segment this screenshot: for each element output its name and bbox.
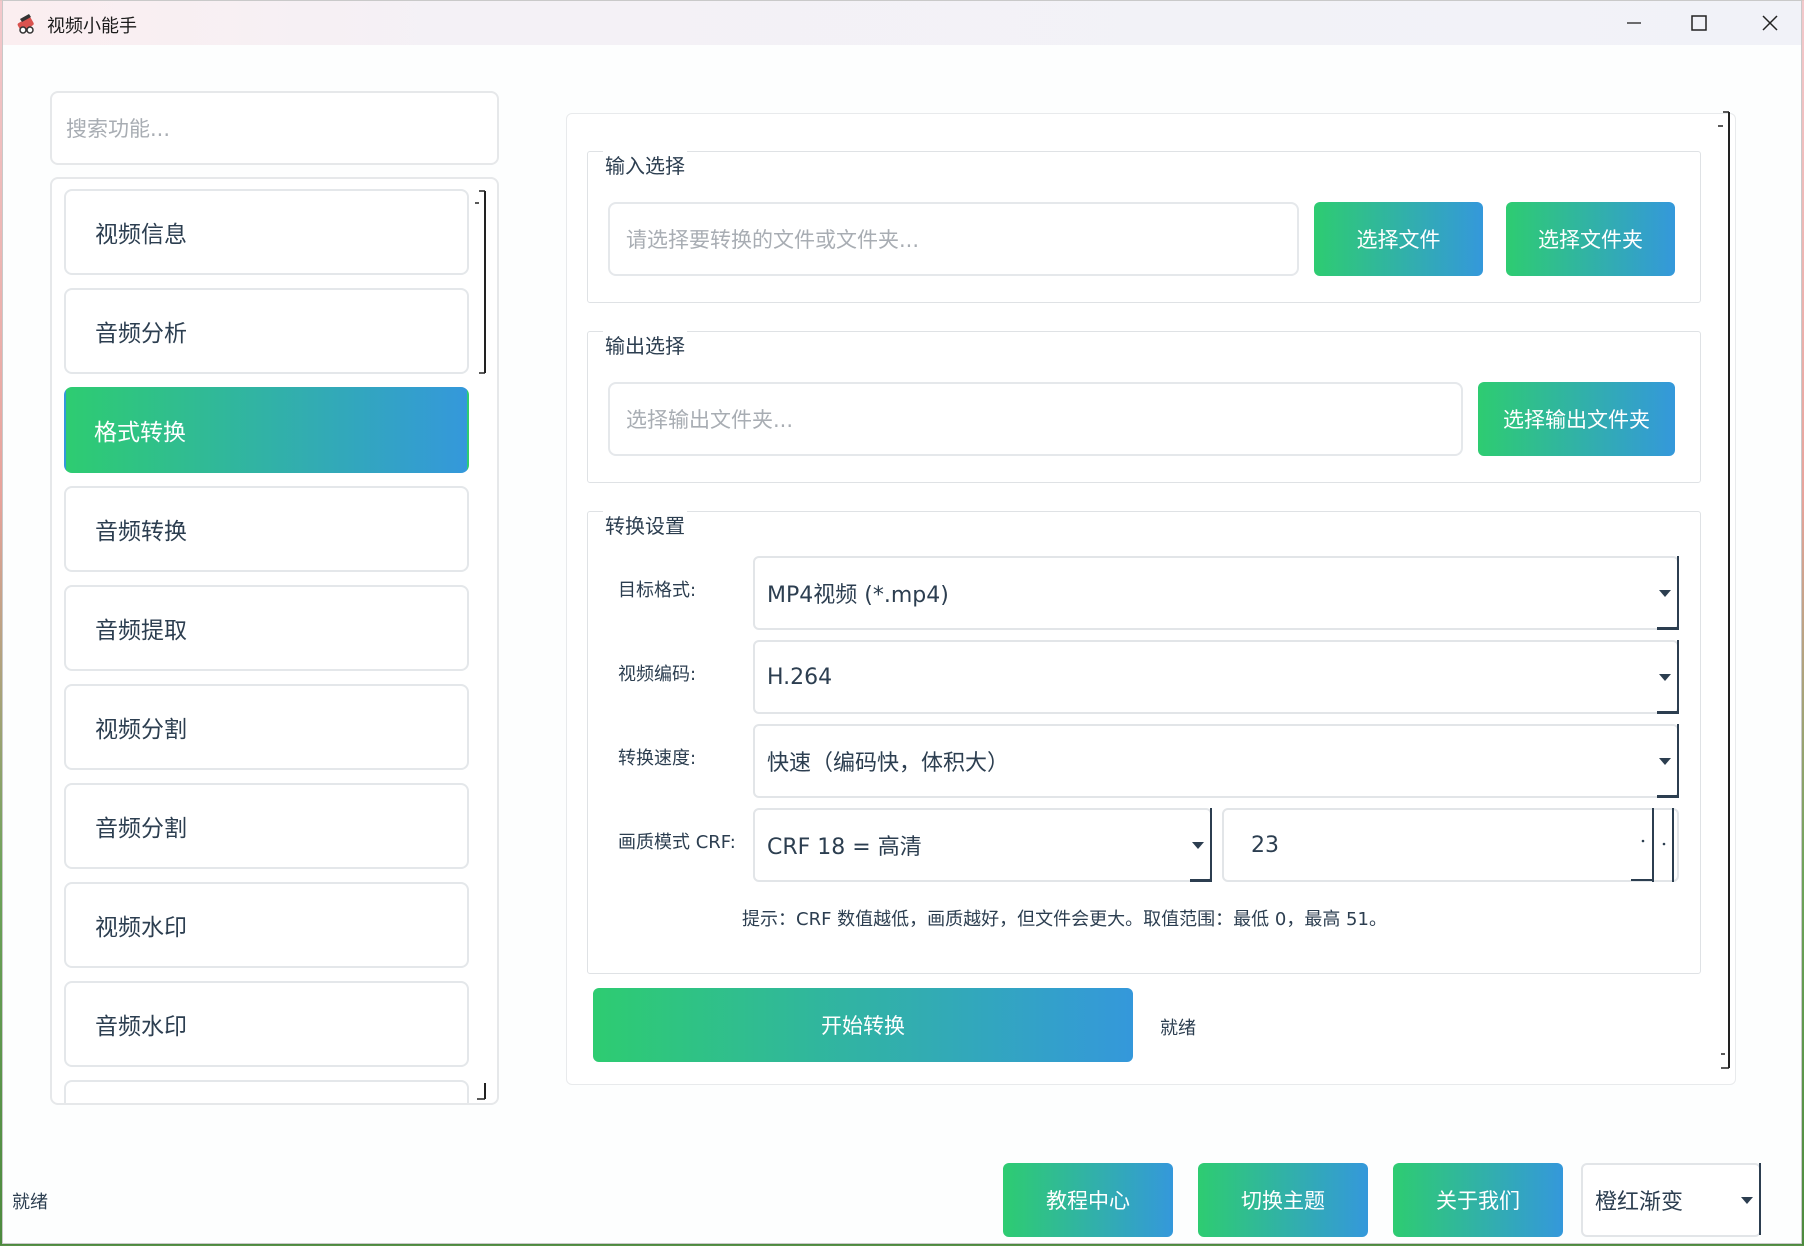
nav-item-audio-convert[interactable]: 音频转换 (64, 486, 469, 572)
nav-item-audio-watermark[interactable]: 音频水印 (64, 981, 469, 1067)
combo-edge (1657, 711, 1679, 714)
input-path-field[interactable]: 请选择要转换的文件或文件夹... (608, 202, 1299, 276)
nav-item-label: 音频提取 (95, 618, 187, 644)
tutorial-center-button[interactable]: 教程中心 (1003, 1163, 1173, 1237)
speed-label: 转换速度: (618, 748, 697, 769)
spin-down-icon (1662, 842, 1666, 846)
chevron-down-icon (1192, 842, 1204, 849)
maximize-icon (1691, 15, 1707, 31)
crf-mode-select[interactable]: CRF 18 = 高清 (753, 808, 1212, 882)
format-convert-panel: 输入选择 请选择要转换的文件或文件夹... 选择文件 选择文件夹 输出选择 选择… (566, 111, 1736, 1085)
video-codec-value: H.264 (767, 664, 833, 690)
nav-item-label: 视频水印 (95, 915, 187, 941)
close-icon (1762, 15, 1778, 31)
select-folder-label: 选择文件夹 (1538, 228, 1643, 252)
theme-value: 橙红渐变 (1595, 1190, 1684, 1215)
app-status: 就绪 (12, 1192, 48, 1213)
input-group-title: 输入选择 (603, 150, 687, 179)
settings-group-title: 转换设置 (603, 510, 687, 539)
select-file-label: 选择文件 (1356, 228, 1441, 252)
target-format-select[interactable]: MP4视频 (*.mp4) (753, 556, 1679, 630)
tutorial-center-label: 教程中心 (1046, 1189, 1130, 1213)
nav-item-video-watermark[interactable]: 视频水印 (64, 882, 469, 968)
combo-edge (1190, 879, 1212, 882)
settings-group: 转换设置 目标格式: MP4视频 (*.mp4) 视频编码: H.264 转换速… (587, 510, 1701, 974)
theme-select[interactable]: 橙红渐变 (1581, 1163, 1761, 1237)
crf-number-value: 23 (1251, 832, 1279, 858)
search-placeholder: 搜索功能... (66, 117, 171, 141)
minimize-icon (1627, 22, 1641, 24)
nav-item-video-info[interactable]: 视频信息 (64, 189, 469, 275)
about-us-button[interactable]: 关于我们 (1393, 1163, 1563, 1237)
title-bar: 视频小能手 (3, 1, 1801, 45)
nav-item-label: 音频分析 (95, 321, 187, 347)
select-file-button[interactable]: 选择文件 (1314, 202, 1483, 276)
switch-theme-label: 切换主题 (1241, 1189, 1325, 1213)
nav-item-audio-extract[interactable]: 音频提取 (64, 585, 469, 671)
crf-label: 画质模式 CRF: (618, 832, 736, 853)
combo-edge (1677, 724, 1679, 796)
input-path-placeholder: 请选择要转换的文件或文件夹... (626, 228, 920, 252)
feature-list: 视频信息 音频分析 格式转换 音频转换 音频提取 视频分割 音频分割 视频水印 … (50, 177, 499, 1105)
nav-item-audio-analysis[interactable]: 音频分析 (64, 288, 469, 374)
chevron-down-icon (1741, 1197, 1753, 1204)
chevron-down-icon (1659, 674, 1671, 681)
combo-edge (1759, 1163, 1761, 1235)
sidebar-scrollbar[interactable] (473, 183, 487, 375)
combo-edge (1677, 556, 1679, 628)
select-folder-button[interactable]: 选择文件夹 (1506, 202, 1675, 276)
chevron-down-icon (1659, 590, 1671, 597)
switch-theme-button[interactable]: 切换主题 (1198, 1163, 1368, 1237)
app-window: 视频小能手 搜索功能... 视频信息 音频分析 格式转换 音频转换 音频提取 视… (2, 0, 1802, 1244)
search-input[interactable]: 搜索功能... (50, 91, 499, 165)
nav-item-label: 音频水印 (95, 1014, 187, 1040)
combo-edge (1657, 627, 1679, 630)
nav-item-video-split[interactable]: 视频分割 (64, 684, 469, 770)
select-output-folder-button[interactable]: 选择输出文件夹 (1478, 382, 1675, 456)
spin-buttons[interactable] (1631, 808, 1677, 882)
window-title: 视频小能手 (47, 16, 137, 37)
convert-status: 就绪 (1160, 1018, 1196, 1039)
app-logo-icon (17, 14, 34, 34)
nav-item-label: 视频分割 (95, 717, 187, 743)
nav-item-audio-split[interactable]: 音频分割 (64, 783, 469, 869)
combo-edge (1657, 795, 1679, 798)
speed-select[interactable]: 快速（编码快，体积大） (753, 724, 1679, 798)
spin-up-icon (1641, 839, 1645, 843)
nav-item-partial[interactable] (64, 1080, 469, 1103)
chevron-down-icon (1659, 758, 1671, 765)
nav-item-label: 音频转换 (95, 519, 187, 545)
panel-scrollbar[interactable] (1717, 104, 1737, 1074)
combo-edge (1677, 640, 1679, 712)
input-group: 输入选择 请选择要转换的文件或文件夹... 选择文件 选择文件夹 (587, 150, 1701, 303)
about-us-label: 关于我们 (1436, 1189, 1520, 1213)
nav-item-format-convert[interactable]: 格式转换 (64, 387, 469, 473)
maximize-button[interactable] (1664, 1, 1734, 45)
output-group-title: 输出选择 (603, 330, 687, 359)
combo-edge (1210, 808, 1212, 880)
select-output-folder-label: 选择输出文件夹 (1503, 408, 1650, 432)
sidebar-resize-grip-icon (477, 1083, 486, 1100)
target-format-label: 目标格式: (618, 580, 697, 601)
output-path-field[interactable]: 选择输出文件夹... (608, 382, 1463, 456)
crf-hint-text: 提示：CRF 数值越低，画质越好，但文件会更大。取值范围：最低 0，最高 51。 (742, 909, 1387, 930)
nav-item-label: 视频信息 (95, 222, 187, 248)
minimize-button[interactable] (1599, 1, 1669, 45)
target-format-value: MP4视频 (*.mp4) (767, 583, 949, 608)
crf-spinbox[interactable]: 23 (1222, 808, 1679, 882)
close-button[interactable] (1735, 1, 1804, 45)
start-convert-label: 开始转换 (821, 1014, 905, 1038)
speed-value: 快速（编码快，体积大） (767, 751, 1010, 776)
crf-mode-value: CRF 18 = 高清 (767, 835, 922, 860)
nav-item-label: 音频分割 (95, 816, 187, 842)
video-codec-label: 视频编码: (618, 664, 697, 685)
output-path-placeholder: 选择输出文件夹... (626, 408, 794, 432)
nav-item-label: 格式转换 (94, 420, 186, 446)
output-group: 输出选择 选择输出文件夹... 选择输出文件夹 (587, 330, 1701, 483)
video-codec-select[interactable]: H.264 (753, 640, 1679, 714)
start-convert-button[interactable]: 开始转换 (593, 988, 1133, 1062)
